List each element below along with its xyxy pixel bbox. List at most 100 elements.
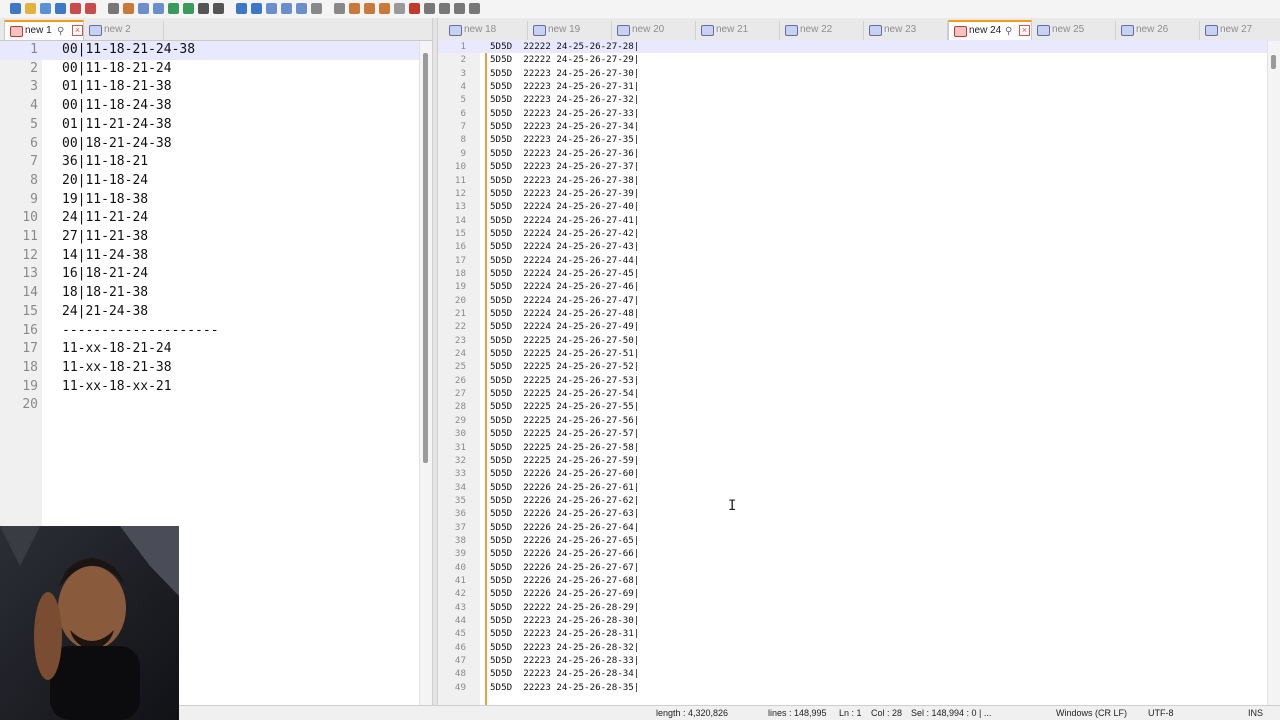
editor-line[interactable]: 25 5D5D 22225 24-25-26-27-52| — [438, 360, 1280, 373]
editor-line[interactable]: 14 18|18-21-38 — [0, 284, 432, 303]
editor-line[interactable]: 5 5D5D 22223 24-25-26-27-32| — [438, 93, 1280, 106]
editor-line[interactable]: 44 5D5D 22223 24-25-26-28-30| — [438, 614, 1280, 627]
editor-line[interactable]: 1 00|11-18-21-24-38 — [0, 41, 432, 60]
editor-line[interactable]: 22 5D5D 22224 24-25-26-27-49| — [438, 320, 1280, 333]
folder-workspace-icon[interactable] — [379, 3, 390, 14]
close-icon[interactable]: × — [72, 25, 83, 36]
status-encoding[interactable]: UTF-8 — [1148, 706, 1174, 720]
editor-line[interactable]: 7 5D5D 22223 24-25-26-27-34| — [438, 120, 1280, 133]
editor-line[interactable]: 10 24|11-21-24 — [0, 209, 432, 228]
print-icon[interactable] — [108, 3, 119, 14]
tab-new-26[interactable]: new 26 — [1116, 21, 1200, 40]
undo-icon[interactable] — [168, 3, 179, 14]
new-file-icon[interactable] — [10, 3, 21, 14]
editor-line[interactable]: 16 5D5D 22224 24-25-26-27-43| — [438, 240, 1280, 253]
run-macro-icon[interactable] — [454, 3, 465, 14]
save-icon[interactable] — [40, 3, 51, 14]
playback-icon[interactable] — [439, 3, 450, 14]
editor-line[interactable]: 37 5D5D 22226 24-25-26-27-64| — [438, 521, 1280, 534]
editor-line[interactable]: 32 5D5D 22225 24-25-26-27-59| — [438, 454, 1280, 467]
editor-line[interactable]: 24 5D5D 22225 24-25-26-27-51| — [438, 347, 1280, 360]
editor-line[interactable]: 18 11-xx-18-21-38 — [0, 359, 432, 378]
editor-line[interactable]: 28 5D5D 22225 24-25-26-27-55| — [438, 400, 1280, 413]
editor-line[interactable]: 12 5D5D 22223 24-25-26-27-39| — [438, 187, 1280, 200]
editor-line[interactable]: 9 19|11-18-38 — [0, 191, 432, 210]
editor-line[interactable]: 4 00|11-18-24-38 — [0, 97, 432, 116]
right-vertical-scrollbar[interactable] — [1267, 41, 1280, 706]
tab-new-24[interactable]: new 24 ⚲ × — [948, 20, 1032, 40]
save-macro-icon[interactable] — [469, 3, 480, 14]
editor-line[interactable]: 23 5D5D 22225 24-25-26-27-50| — [438, 334, 1280, 347]
editor-line[interactable]: 46 5D5D 22223 24-25-26-28-32| — [438, 641, 1280, 654]
editor-line[interactable]: 10 5D5D 22223 24-25-26-27-37| — [438, 160, 1280, 173]
tab-new-1[interactable]: new 1 ⚲ × — [4, 20, 84, 40]
editor-line[interactable]: 40 5D5D 22226 24-25-26-27-67| — [438, 561, 1280, 574]
left-vertical-scrollbar[interactable] — [419, 41, 432, 706]
editor-line[interactable]: 35 5D5D 22226 24-25-26-27-62| — [438, 494, 1280, 507]
editor-line[interactable]: 30 5D5D 22225 24-25-26-27-57| — [438, 427, 1280, 440]
editor-line[interactable]: 38 5D5D 22226 24-25-26-27-65| — [438, 534, 1280, 547]
zoom-out-icon[interactable] — [251, 3, 262, 14]
tab-new-22[interactable]: new 22 — [780, 21, 864, 40]
close-icon[interactable]: × — [1019, 25, 1030, 36]
find-icon[interactable] — [198, 3, 209, 14]
editor-line[interactable]: 17 11-xx-18-21-24 — [0, 340, 432, 359]
editor-line[interactable]: 5 01|11-21-24-38 — [0, 116, 432, 135]
editor-line[interactable]: 27 5D5D 22225 24-25-26-27-54| — [438, 387, 1280, 400]
close-icon[interactable] — [70, 3, 81, 14]
stop-record-icon[interactable] — [424, 3, 435, 14]
tab-new-21[interactable]: new 21 — [696, 21, 780, 40]
editor-line[interactable]: 19 11-xx-18-xx-21 — [0, 378, 432, 397]
monitor-icon[interactable] — [394, 3, 405, 14]
pin-icon[interactable]: ⚲ — [1005, 23, 1012, 41]
paste-icon[interactable] — [153, 3, 164, 14]
editor-line[interactable]: 3 5D5D 22223 24-25-26-27-30| — [438, 67, 1280, 80]
editor-line[interactable]: 13 5D5D 22224 24-25-26-27-40| — [438, 200, 1280, 213]
editor-line[interactable]: 34 5D5D 22226 24-25-26-27-61| — [438, 481, 1280, 494]
editor-line[interactable]: 21 5D5D 22224 24-25-26-27-48| — [438, 307, 1280, 320]
indent-guide-icon[interactable] — [334, 3, 345, 14]
editor-line[interactable]: 47 5D5D 22223 24-25-26-28-33| — [438, 654, 1280, 667]
editor-line[interactable]: 8 20|11-18-24 — [0, 172, 432, 191]
tab-new-2[interactable]: new 2 — [84, 21, 164, 40]
editor-line[interactable]: 36 5D5D 22226 24-25-26-27-63| — [438, 507, 1280, 520]
editor-line[interactable]: 18 5D5D 22224 24-25-26-27-45| — [438, 267, 1280, 280]
tab-new-23[interactable]: new 23 — [864, 21, 948, 40]
copy-icon[interactable] — [138, 3, 149, 14]
cut-icon[interactable] — [123, 3, 134, 14]
tab-new-19[interactable]: new 19 — [528, 21, 612, 40]
editor-line[interactable]: 8 5D5D 22223 24-25-26-27-35| — [438, 133, 1280, 146]
show-all-chars-icon[interactable] — [311, 3, 322, 14]
save-all-icon[interactable] — [55, 3, 66, 14]
sync-vertical-icon[interactable] — [266, 3, 277, 14]
redo-icon[interactable] — [183, 3, 194, 14]
editor-line[interactable]: 15 24|21-24-38 — [0, 303, 432, 322]
editor-line[interactable]: 9 5D5D 22223 24-25-26-27-36| — [438, 147, 1280, 160]
sync-horizontal-icon[interactable] — [281, 3, 292, 14]
tab-new-20[interactable]: new 20 — [612, 21, 696, 40]
editor-line[interactable]: 33 5D5D 22226 24-25-26-27-60| — [438, 467, 1280, 480]
editor-line[interactable]: 15 5D5D 22224 24-25-26-27-42| — [438, 227, 1280, 240]
editor-line[interactable]: 20 — [0, 396, 432, 415]
editor-line[interactable]: 7 36|11-18-21 — [0, 153, 432, 172]
function-list-icon[interactable] — [364, 3, 375, 14]
scrollbar-thumb[interactable] — [423, 53, 428, 463]
replace-icon[interactable] — [213, 3, 224, 14]
editor-line[interactable]: 41 5D5D 22226 24-25-26-27-68| — [438, 574, 1280, 587]
editor-line[interactable]: 14 5D5D 22224 24-25-26-27-41| — [438, 214, 1280, 227]
editor-line[interactable]: 2 00|11-18-21-24 — [0, 60, 432, 79]
editor-line[interactable]: 49 5D5D 22223 24-25-26-28-35| — [438, 681, 1280, 694]
record-macro-icon[interactable] — [409, 3, 420, 14]
editor-line[interactable]: 6 00|18-21-24-38 — [0, 135, 432, 154]
right-text-editor[interactable]: 1 5D5D 22222 24-25-26-27-28| 2 5D5D 22222 2… — [438, 40, 1280, 706]
editor-line[interactable]: 45 5D5D 22223 24-25-26-28-31| — [438, 627, 1280, 640]
editor-line[interactable]: 1 5D5D 22222 24-25-26-27-28| — [438, 40, 1280, 54]
editor-line[interactable]: 12 14|11-24-38 — [0, 247, 432, 266]
editor-line[interactable]: 6 5D5D 22223 24-25-26-27-33| — [438, 107, 1280, 120]
scrollbar-thumb[interactable] — [1271, 55, 1276, 69]
editor-line[interactable]: 3 01|11-18-21-38 — [0, 78, 432, 97]
editor-line[interactable]: 31 5D5D 22225 24-25-26-27-58| — [438, 441, 1280, 454]
pin-icon[interactable]: ⚲ — [57, 23, 64, 41]
editor-line[interactable]: 2 5D5D 22222 24-25-26-27-29| — [438, 53, 1280, 66]
open-file-icon[interactable] — [25, 3, 36, 14]
